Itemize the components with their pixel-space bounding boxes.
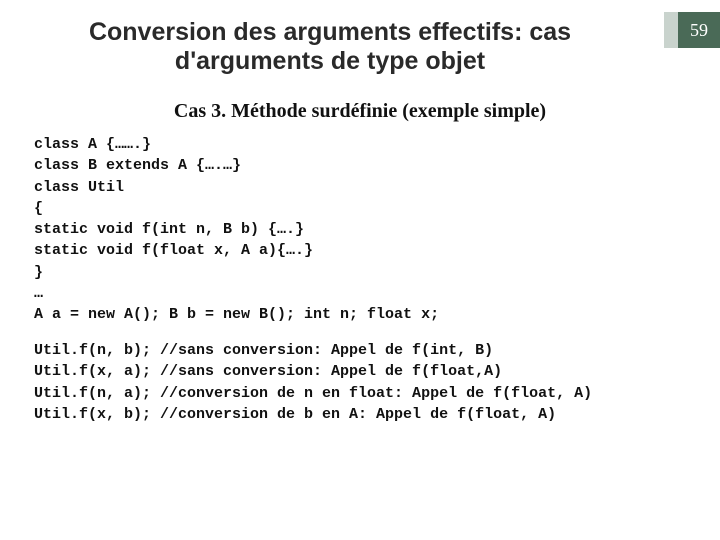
title-line2: d'arguments de type objet — [175, 47, 485, 75]
title-line1: Conversion des arguments effectifs: cas — [89, 18, 571, 46]
page-number: 59 — [690, 20, 708, 41]
page-number-box: 59 — [664, 12, 720, 48]
code-block-calls: Util.f(n, b); //sans conversion: Appel d… — [34, 340, 592, 425]
code-block-defs: class A {…….} class B extends A {….…} cl… — [34, 134, 439, 326]
slide-title: Conversion des arguments effectifs: cas … — [0, 18, 660, 76]
slide-subtitle: Cas 3. Méthode surdéfinie (exemple simpl… — [0, 100, 720, 123]
